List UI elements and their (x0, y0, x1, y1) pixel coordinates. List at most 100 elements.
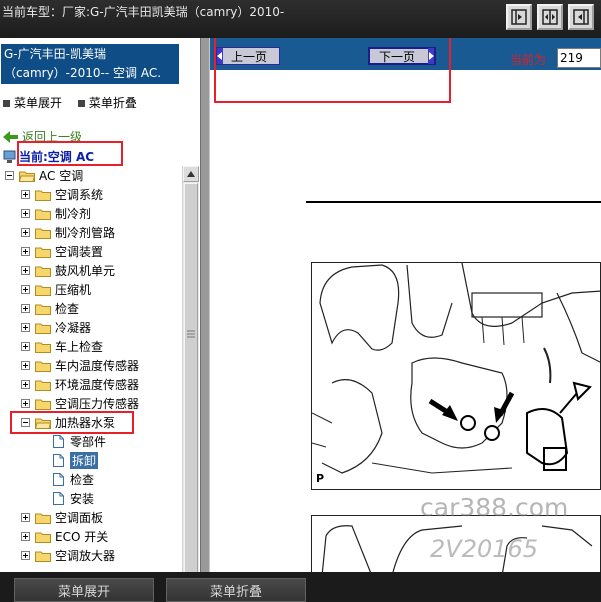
tree-item[interactable]: 零部件 (53, 432, 106, 451)
page-number-input[interactable] (557, 48, 601, 68)
bullet-icon (3, 99, 10, 107)
watermark-text: car388.com (420, 493, 569, 522)
section-rule (306, 201, 601, 203)
tree-item-label: 冷凝器 (55, 321, 92, 335)
tree-item-label: 空调放大器 (55, 549, 116, 563)
tree-item-label: 空调压力传感器 (55, 397, 140, 411)
highlight-box-current (17, 141, 123, 166)
document-icon (53, 473, 64, 486)
content-area: 上一页 下一页 当前为 219 P car388.com 2V20165 (210, 38, 601, 572)
title-bar: 当前车型：厂家:G-广汽丰田凯美瑞（camry）2010- (0, 0, 601, 38)
expand-toggle-icon[interactable] (21, 266, 30, 275)
document-icon (53, 492, 64, 505)
tree-item[interactable]: 拆卸 (53, 451, 99, 470)
expand-toggle-icon[interactable] (21, 361, 30, 370)
tree-item[interactable]: AC 空调 (5, 166, 83, 185)
collapse-all-link[interactable]: 菜单折叠 (89, 96, 137, 110)
expand-toggle-icon[interactable] (21, 513, 30, 522)
folder-icon (35, 190, 51, 201)
hide-sidebar-button[interactable] (568, 4, 594, 30)
tree-item[interactable]: 空调放大器 (21, 546, 115, 565)
expand-toggle-icon[interactable] (21, 323, 30, 332)
tree-item[interactable]: 鼓风机单元 (21, 261, 115, 280)
tree-item-label: 制冷剂 (55, 207, 92, 221)
tree-item[interactable]: 制冷剂管路 (21, 223, 115, 242)
expand-toggle-icon[interactable] (21, 399, 30, 408)
hide-sidebar-icon (573, 9, 589, 25)
document-icon (53, 435, 64, 448)
expand-toggle-icon[interactable] (21, 285, 30, 294)
watermark-code: 2V20165 (430, 535, 539, 563)
sidebar: G-广汽丰田-凯美瑞 （camry）-2010-- 空调 AC. 菜单展开 菜单… (0, 38, 200, 602)
folder-icon (35, 247, 51, 258)
sidebar-scrollbar[interactable] (182, 166, 199, 602)
tree-item-label: 检查 (55, 302, 80, 316)
tree-item[interactable]: 环境温度传感器 (21, 375, 139, 394)
folder-icon (35, 285, 51, 296)
show-sidebar-icon (511, 9, 527, 25)
split-view-button[interactable] (537, 4, 563, 30)
bottom-collapse-button[interactable]: 菜单折叠 (166, 578, 306, 602)
model-info-box: G-广汽丰田-凯美瑞 （camry）-2010-- 空调 AC. (1, 44, 179, 84)
bottom-expand-button[interactable]: 菜单展开 (14, 578, 154, 602)
chevron-up-icon (187, 171, 195, 177)
grip-icon (187, 330, 195, 338)
tree-item[interactable]: 空调装置 (21, 242, 103, 261)
tree-item[interactable]: ECO 开关 (21, 527, 108, 546)
split-view-icon (542, 9, 558, 25)
tree-item[interactable]: 空调系统 (21, 185, 103, 204)
tree-item[interactable]: 制冷剂 (21, 204, 91, 223)
tree-item-label: 检查 (70, 473, 95, 487)
folder-icon (35, 323, 51, 334)
tree-item[interactable]: 空调面板 (21, 508, 103, 527)
folder-icon (35, 342, 51, 353)
window-title: 当前车型：厂家:G-广汽丰田凯美瑞（camry）2010- (2, 5, 285, 19)
folder-icon (35, 513, 51, 524)
current-page-label: 当前为 (510, 53, 547, 67)
bottom-toolbar: 菜单展开 菜单折叠 (0, 572, 601, 602)
tree-item[interactable]: 检查 (21, 299, 79, 318)
scroll-up-button[interactable] (183, 166, 199, 182)
folder-icon (35, 361, 51, 372)
tree-item-label: 空调系统 (55, 188, 104, 202)
expand-toggle-icon[interactable] (21, 190, 30, 199)
tree-item[interactable]: 车上检查 (21, 337, 103, 356)
tree-item[interactable]: 检查 (53, 470, 94, 489)
tree-item[interactable]: 安装 (53, 489, 94, 508)
expand-toggle-icon[interactable] (21, 209, 30, 218)
tree-item-label: 制冷剂管路 (55, 226, 116, 240)
tree-item-label: 环境温度传感器 (55, 378, 140, 392)
tree-item-label: AC 空调 (39, 169, 84, 183)
scroll-thumb[interactable] (184, 183, 198, 583)
folder-open-icon (19, 171, 35, 182)
tree-item-label: 车上检查 (55, 340, 104, 354)
expand-toggle-icon[interactable] (21, 551, 30, 560)
expand-toggle-icon[interactable] (21, 380, 30, 389)
collapse-toggle-icon[interactable] (5, 171, 14, 180)
tree-item-label: 空调装置 (55, 245, 104, 259)
document-icon (53, 454, 64, 467)
folder-icon (35, 380, 51, 391)
show-sidebar-button[interactable] (506, 4, 532, 30)
expand-all-link[interactable]: 菜单展开 (14, 96, 62, 110)
tree-item-label: 安装 (70, 492, 95, 506)
expand-toggle-icon[interactable] (21, 304, 30, 313)
expand-toggle-icon[interactable] (21, 228, 30, 237)
model-line-2: （camry）-2010-- 空调 AC. (4, 66, 162, 80)
folder-icon (35, 304, 51, 315)
folder-icon (35, 551, 51, 562)
tree-item-label: 鼓风机单元 (55, 264, 116, 278)
expand-toggle-icon[interactable] (21, 247, 30, 256)
tree-item-label: 拆卸 (70, 452, 99, 469)
tree-item-label: 车内温度传感器 (55, 359, 140, 373)
panel-divider[interactable] (200, 38, 210, 572)
folder-icon (35, 266, 51, 277)
folder-icon (35, 399, 51, 410)
computer-icon (3, 150, 16, 163)
tree-item[interactable]: 压缩机 (21, 280, 91, 299)
figure-label: P (316, 472, 325, 485)
tree-item[interactable]: 车内温度传感器 (21, 356, 139, 375)
tree-item[interactable]: 冷凝器 (21, 318, 91, 337)
expand-toggle-icon[interactable] (21, 532, 30, 541)
expand-toggle-icon[interactable] (21, 342, 30, 351)
